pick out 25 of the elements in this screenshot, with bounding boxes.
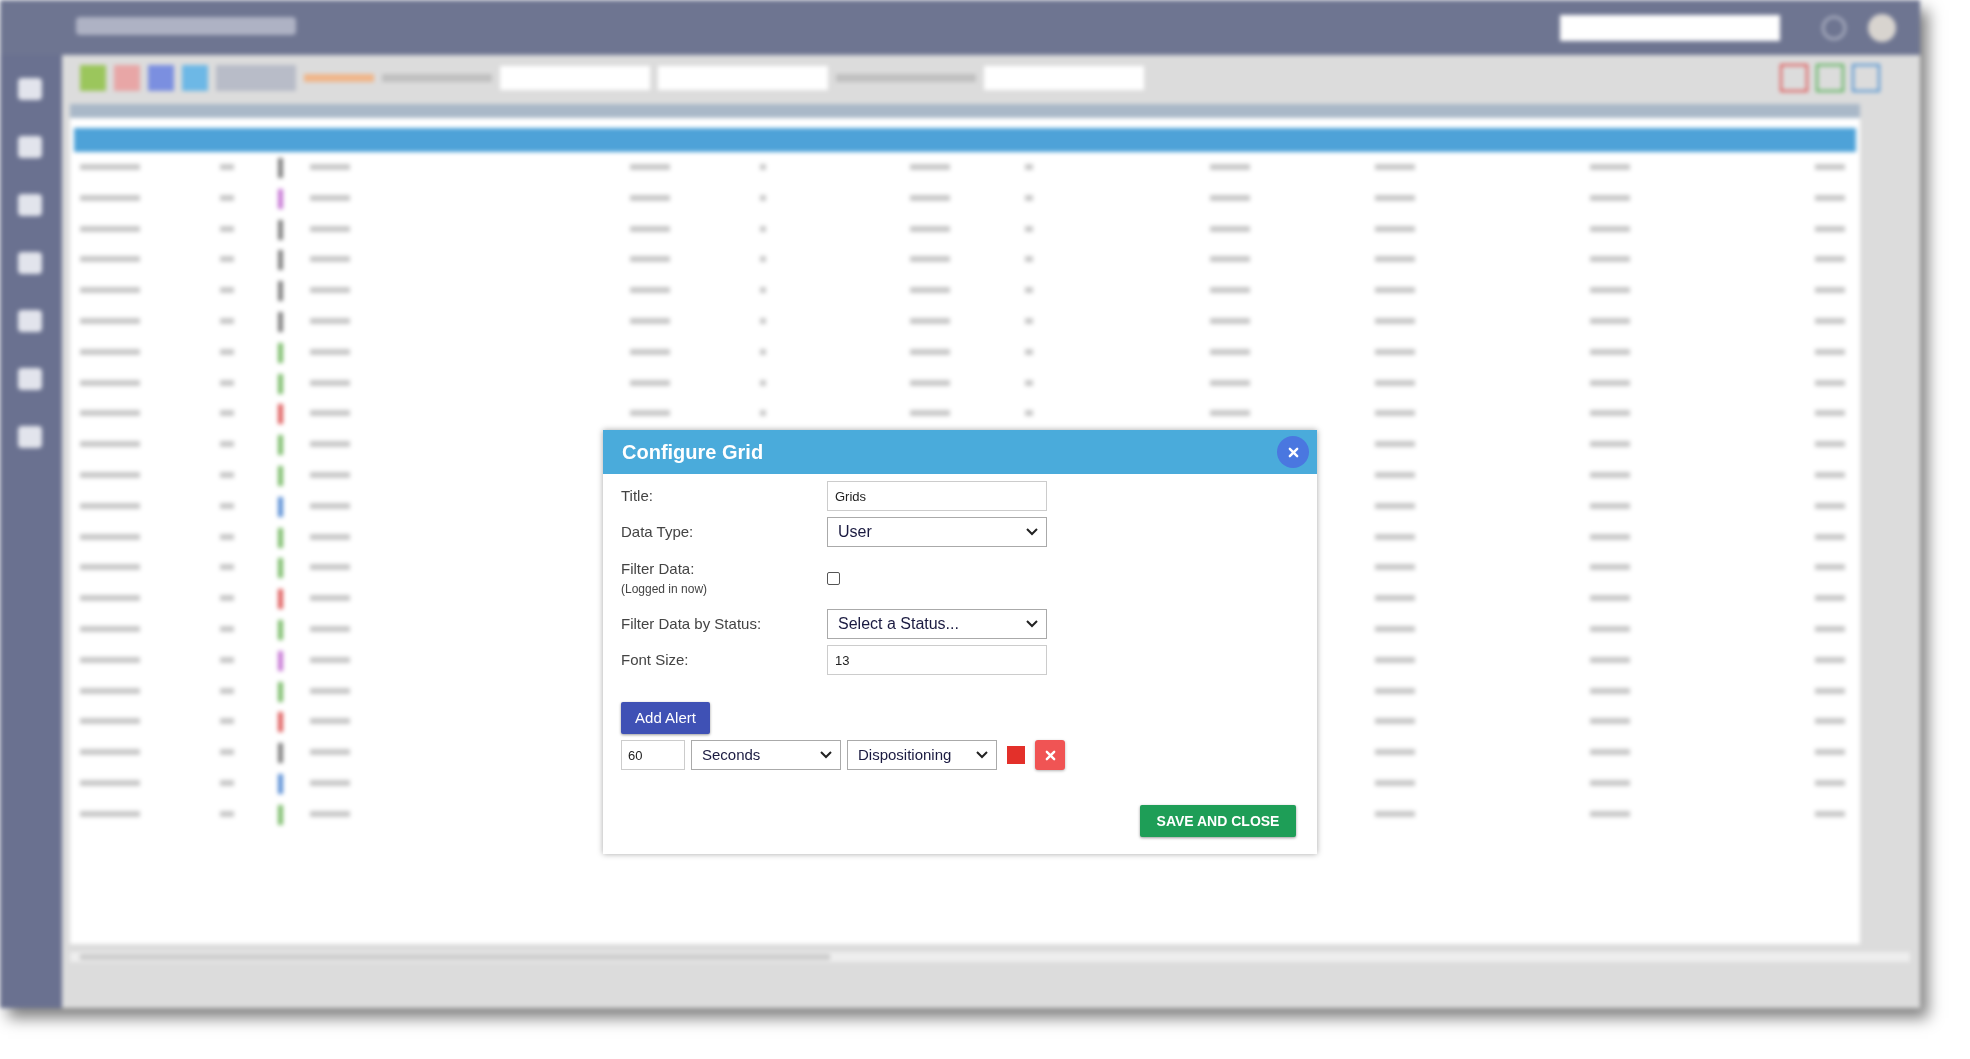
field-label: Filter Data:	[621, 558, 696, 579]
close-icon	[1044, 749, 1056, 761]
chevron-down-icon	[976, 751, 988, 759]
number-field[interactable]: 60	[621, 740, 685, 770]
add-alert-button[interactable]: Add Alert	[621, 702, 710, 734]
chevron-down-icon	[1026, 620, 1038, 628]
dropdown[interactable]: Seconds	[691, 740, 841, 770]
dropdown[interactable]: Select a Status...	[827, 609, 1047, 639]
field-label: Font Size:	[621, 649, 690, 670]
field-label: Title:	[621, 485, 654, 506]
checkbox[interactable]	[827, 571, 840, 585]
close-icon	[1287, 446, 1299, 458]
text-field[interactable]: Grids	[827, 481, 1047, 511]
field-label: Filter Data by Status:	[621, 613, 763, 634]
chevron-down-icon	[820, 751, 832, 759]
dropdown[interactable]: User	[827, 517, 1047, 547]
field-label: Data Type:	[621, 521, 695, 542]
dropdown[interactable]: Dispositioning	[847, 740, 997, 770]
dialog-title: Configure Grid	[622, 440, 764, 465]
delete-button[interactable]	[1035, 740, 1065, 770]
text-field[interactable]: 13	[827, 645, 1047, 675]
color-swatch[interactable]	[1007, 746, 1025, 764]
chevron-down-icon	[1026, 528, 1038, 536]
field-hint: (Logged in now)	[621, 581, 709, 599]
close-button[interactable]	[1277, 436, 1309, 468]
